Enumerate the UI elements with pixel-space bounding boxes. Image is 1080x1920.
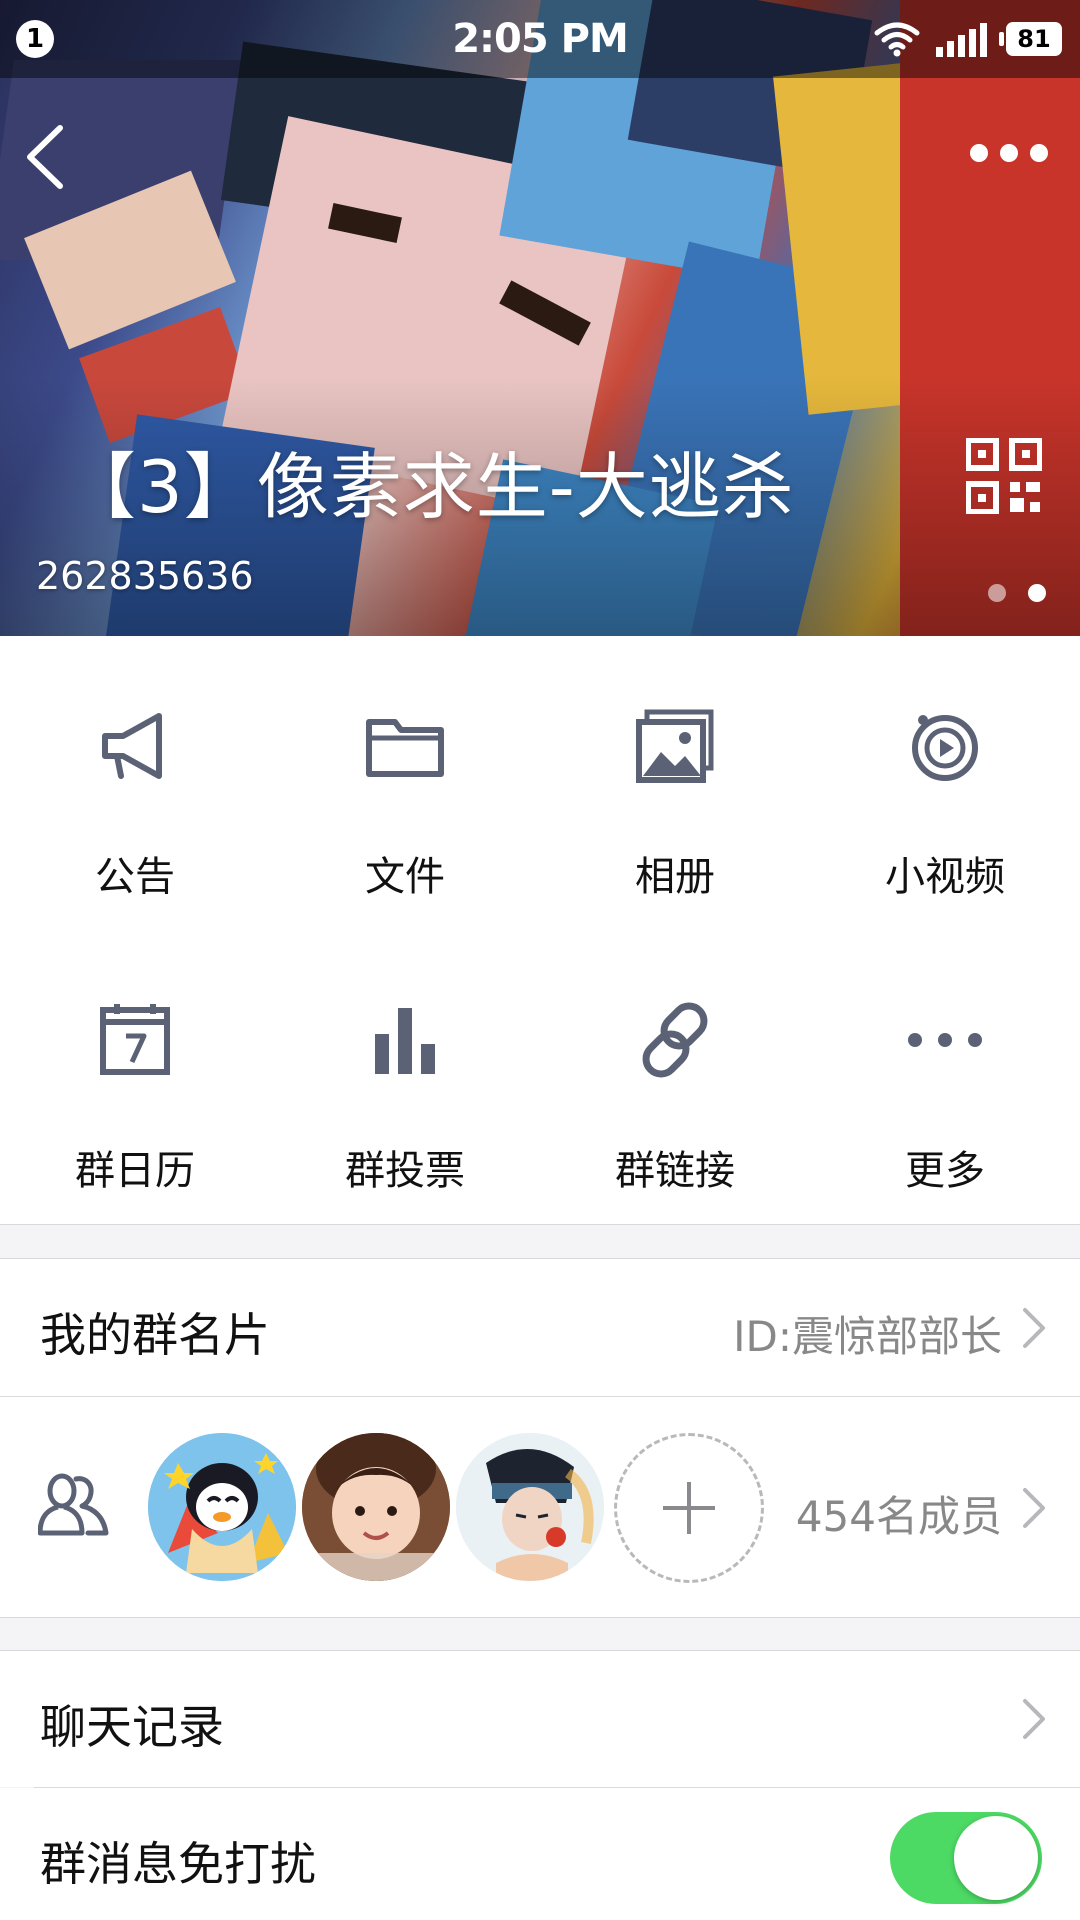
more-options-icon[interactable] xyxy=(968,142,1050,164)
signal-icon xyxy=(936,23,987,57)
penguin-avatar xyxy=(148,1433,296,1581)
feature-more[interactable]: 更多 xyxy=(810,930,1080,1224)
chevron-right-icon xyxy=(1023,1488,1045,1528)
do-not-disturb-label: 群消息免打扰 xyxy=(40,1837,316,1891)
feature-label: 更多 xyxy=(905,1148,985,1194)
group-card-value: ID:震惊部部长 xyxy=(733,1312,1002,1361)
feature-label: 群链接 xyxy=(615,1148,735,1194)
feature-label: 群投票 xyxy=(345,1148,465,1194)
megaphone-icon xyxy=(102,713,162,779)
feature-label: 相册 xyxy=(635,854,715,900)
chevron-right-icon xyxy=(1023,1699,1045,1739)
group-number: 262835636 xyxy=(36,554,254,598)
bar-chart-icon xyxy=(375,1008,435,1074)
anime-boy-avatar xyxy=(456,1433,604,1581)
status-bar: 1 2:05 PM 81 xyxy=(0,0,1080,78)
member-avatar-penguin[interactable] xyxy=(148,1433,296,1581)
feature-grid: 公告 文件 相册 小视频 群日历 群投票 群链接 更多 xyxy=(0,636,1080,1224)
group-name: 【3】像素求生-大逃杀 xyxy=(64,445,795,529)
more-dots-icon xyxy=(908,1033,982,1047)
feature-short-video[interactable]: 小视频 xyxy=(810,636,1080,930)
add-member-button[interactable] xyxy=(614,1433,764,1583)
member-avatar-anime[interactable] xyxy=(456,1433,604,1581)
wifi-icon xyxy=(874,22,920,57)
feature-label: 公告 xyxy=(95,854,175,900)
do-not-disturb-row: 群消息免打扰 xyxy=(0,1788,1080,1920)
feature-album[interactable]: 相册 xyxy=(540,636,810,930)
feature-link[interactable]: 群链接 xyxy=(540,930,810,1224)
member-count: 454名成员 xyxy=(795,1492,1002,1541)
qr-code-icon[interactable] xyxy=(966,438,1042,514)
battery-icon: 81 xyxy=(999,22,1062,56)
group-cover-banner[interactable]: 1 2:05 PM 81 【3】像素求生-大逃杀 262835636 xyxy=(0,0,1080,636)
carousel-dot-active xyxy=(1028,584,1046,602)
feature-label: 群日历 xyxy=(75,1148,195,1194)
feature-label: 小视频 xyxy=(885,854,1005,900)
folder-icon xyxy=(366,719,444,777)
back-icon[interactable] xyxy=(22,122,66,192)
do-not-disturb-toggle[interactable] xyxy=(890,1812,1042,1904)
group-card-label: 我的群名片 xyxy=(40,1308,270,1362)
carousel-dot xyxy=(988,584,1006,602)
members-row[interactable]: 454名成员 xyxy=(0,1397,1080,1617)
my-group-card-row[interactable]: 我的群名片 ID:震惊部部长 xyxy=(0,1259,1080,1396)
feature-vote[interactable]: 群投票 xyxy=(270,930,540,1224)
toggle-knob xyxy=(954,1816,1038,1900)
chevron-right-icon xyxy=(1023,1308,1045,1348)
member-avatar-child[interactable] xyxy=(302,1433,450,1581)
photo-album-icon xyxy=(636,709,714,783)
carousel-indicator xyxy=(988,584,1046,602)
feature-label: 文件 xyxy=(365,854,445,900)
chat-history-row[interactable]: 聊天记录 xyxy=(0,1651,1080,1787)
plus-icon xyxy=(663,1482,715,1534)
link-icon xyxy=(642,1002,708,1078)
feature-files[interactable]: 文件 xyxy=(270,636,540,930)
calendar-icon xyxy=(100,1004,170,1075)
chat-history-label: 聊天记录 xyxy=(40,1700,224,1754)
video-icon xyxy=(912,715,978,781)
feature-calendar[interactable]: 群日历 xyxy=(0,930,270,1224)
child-photo-avatar xyxy=(302,1433,450,1581)
feature-announcement[interactable]: 公告 xyxy=(0,636,270,930)
members-icon xyxy=(38,1473,109,1536)
